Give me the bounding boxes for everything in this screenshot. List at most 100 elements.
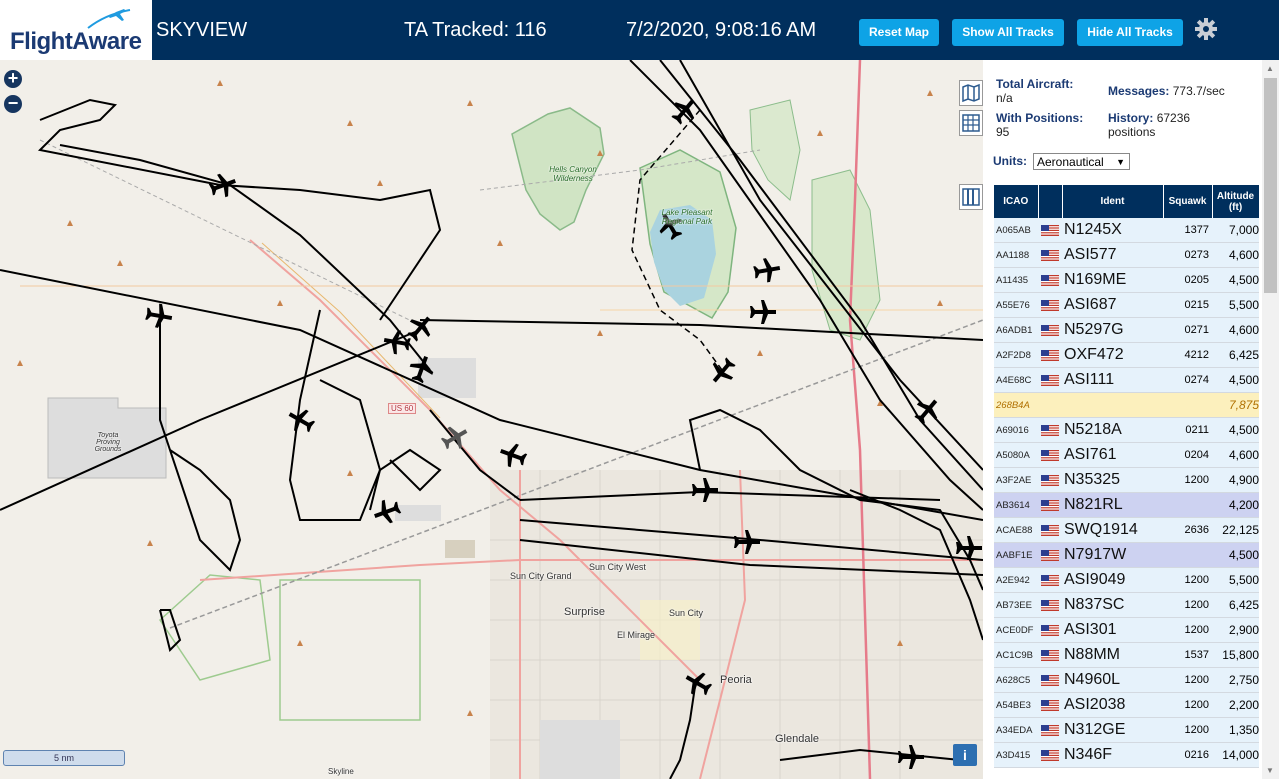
us-flag-icon [1041,275,1059,287]
panel-scrollbar[interactable]: ▲ ▼ [1262,60,1279,779]
table-row[interactable]: ACE0DF ASI301 1200 2,900 [994,617,1259,643]
table-row[interactable]: AC1C9B N88MM 1537 15,800 [994,642,1259,668]
table-row[interactable]: 268B4A 7,875 [994,392,1259,418]
us-flag-icon [1041,725,1059,737]
icao-cell: A065AB [994,218,1038,243]
squawk-cell: 0211 [1163,417,1212,443]
units-value: Aeronautical [1037,155,1104,169]
flag-cell [1038,317,1062,343]
altitude-cell: 7,000 [1212,218,1259,243]
altitude-cell: 6,425 [1212,592,1259,618]
grid-toggle-button[interactable] [959,110,983,136]
squawk-cell: 2636 [1163,517,1212,543]
squawk-cell: 0216 [1163,742,1212,768]
map-view[interactable]: Hells Canyon Wilderness Lake Pleasant Re… [0,60,983,779]
us-flag-icon [1041,475,1059,487]
show-all-tracks-button[interactable]: Show All Tracks [952,19,1064,46]
units-select[interactable]: Aeronautical ▼ [1033,153,1130,170]
table-row[interactable]: AA1188 ASI577 0273 4,600 [994,242,1259,268]
altitude-cell: 1,350 [1212,717,1259,743]
altitude-cell: 5,500 [1212,292,1259,318]
squawk-cell: 4212 [1163,342,1212,368]
table-row[interactable]: AABF1E N7917W 4,500 [994,542,1259,568]
us-flag-icon [1041,650,1059,662]
scroll-up-arrow-icon[interactable]: ▲ [1266,64,1274,73]
table-row[interactable]: A2F2D8 OXF472 4212 6,425 [994,342,1259,368]
settings-gear-icon[interactable] [1193,16,1219,42]
map-label-peoria: Peoria [720,674,752,686]
flag-cell [1038,592,1062,618]
hide-all-tracks-button[interactable]: Hide All Tracks [1077,19,1183,46]
map-label-sun-city-west: Sun City West [589,562,646,572]
squawk-cell: 1200 [1163,617,1212,643]
flag-column-header[interactable] [1038,185,1063,218]
flag-cell [1038,667,1062,693]
total-aircraft-label: Total Aircraft: [996,77,1074,91]
squawk-column-header[interactable]: Squawk [1163,185,1213,218]
table-row[interactable]: ACAE88 SWQ1914 2636 22,125 [994,517,1259,543]
table-row[interactable]: A628C5 N4960L 1200 2,750 [994,667,1259,693]
table-row[interactable]: A6ADB1 N5297G 0271 4,600 [994,317,1259,343]
flag-cell [1038,717,1062,743]
table-row[interactable]: A4E68C ASI111 0274 4,500 [994,367,1259,393]
flag-cell [1038,467,1062,493]
us-flag-icon [1041,425,1059,437]
scroll-down-arrow-icon[interactable]: ▼ [1266,766,1274,775]
icao-cell: A2E942 [994,567,1038,593]
table-row[interactable]: A55E76 ASI687 0215 5,500 [994,292,1259,318]
table-row[interactable]: A34EDA N312GE 1200 1,350 [994,717,1259,743]
us-flag-icon [1041,500,1059,512]
altitude-cell: 2,750 [1212,667,1259,693]
altitude-column-header[interactable]: Altitude (ft) [1212,185,1260,218]
table-row[interactable]: A3D415 N346F 0216 14,000 [994,742,1259,768]
history-unit: positions [1108,125,1156,139]
table-row[interactable]: AB3614 N821RL 4,200 [994,492,1259,518]
info-button[interactable]: i [953,744,977,766]
flightaware-logo[interactable]: FlightAware [0,0,152,60]
table-row[interactable]: A2E942 ASI9049 1200 5,500 [994,567,1259,593]
aircraft-table: ICAO Ident Squawk Altitude (ft) A065AB N1… [994,185,1260,768]
ident-column-header[interactable]: Ident [1062,185,1164,218]
grid-icon [962,114,980,132]
altitude-cell: 4,500 [1212,417,1259,443]
icao-cell: A55E76 [994,292,1038,318]
us-flag-icon [1041,750,1059,762]
flag-cell [1038,517,1062,543]
top-header: FlightAware SKYVIEW TA Tracked: 116 7/2/… [0,0,1279,60]
map-label-sun-city-grand: Sun City Grand [510,571,572,581]
icao-cell: A2F2D8 [994,342,1038,368]
columns-toggle-button[interactable] [959,184,983,210]
map-label-glendale: Glendale [775,733,820,745]
table-row[interactable]: A065AB N1245X 1377 7,000 [994,218,1259,243]
squawk-cell: 1200 [1163,467,1212,493]
table-row[interactable]: AB73EE N837SC 1200 6,425 [994,592,1259,618]
logo-text: FlightAware [10,28,142,55]
flag-cell [1038,292,1062,318]
scrollbar-thumb[interactable] [1264,78,1277,293]
map-canvas[interactable] [0,60,983,779]
ident-cell: N346F [1062,742,1163,768]
zoom-in-button[interactable]: + [4,69,22,88]
altitude-cell: 4,600 [1212,317,1259,343]
us-flag-icon [1041,350,1059,362]
ident-cell: ASI2038 [1062,692,1163,718]
icao-cell: A3D415 [994,742,1038,768]
table-row[interactable]: A11435 N169ME 0205 4,500 [994,267,1259,293]
squawk-cell: 1200 [1163,592,1212,618]
ident-cell: N821RL [1062,492,1163,518]
icao-column-header[interactable]: ICAO [994,185,1039,218]
zoom-out-button[interactable]: − [4,94,22,113]
table-row[interactable]: A69016 N5218A 0211 4,500 [994,417,1259,443]
table-row[interactable]: A5080A ASI761 0204 4,600 [994,442,1259,468]
map-layers-button[interactable] [959,80,983,106]
flag-cell [1038,742,1062,768]
altitude-cell: 4,500 [1212,267,1259,293]
reset-map-button[interactable]: Reset Map [859,19,939,46]
table-row[interactable]: A54BE3 ASI2038 1200 2,200 [994,692,1259,718]
table-row[interactable]: A3F2AE N35325 1200 4,900 [994,467,1259,493]
ident-cell: N1245X [1062,218,1163,243]
history-value: 67236 [1156,111,1191,125]
map-label-lake-pleasant: Lake Pleasant Regional Park [661,208,713,226]
flag-cell [1038,218,1062,243]
columns-icon [962,188,980,206]
